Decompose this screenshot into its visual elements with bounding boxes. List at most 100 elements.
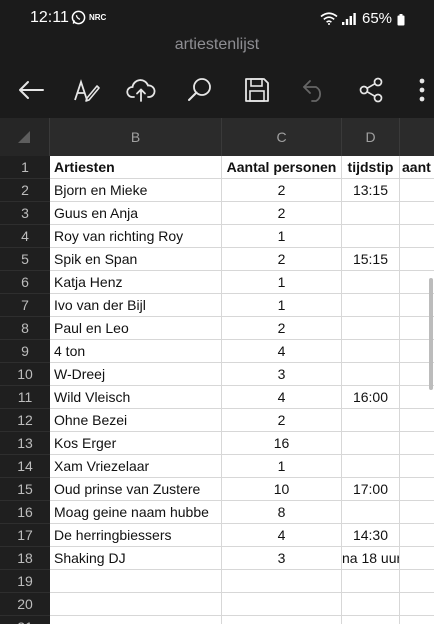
row-header[interactable]: 5 <box>0 248 50 271</box>
more-icon[interactable] <box>412 72 432 108</box>
persons-cell[interactable]: 4 <box>222 524 342 547</box>
extra-cell[interactable] <box>400 455 434 478</box>
extra-cell[interactable] <box>400 409 434 432</box>
row-header[interactable]: 14 <box>0 455 50 478</box>
persons-cell[interactable] <box>222 616 342 624</box>
time-cell[interactable] <box>342 271 400 294</box>
row-header[interactable]: 12 <box>0 409 50 432</box>
artist-cell[interactable] <box>50 593 222 616</box>
column-header-e[interactable] <box>400 118 434 156</box>
vertical-scrollbar[interactable] <box>429 278 433 390</box>
persons-cell[interactable]: 1 <box>222 294 342 317</box>
extra-cell[interactable] <box>400 179 434 202</box>
pen-icon[interactable] <box>68 72 104 108</box>
persons-cell[interactable]: 1 <box>222 225 342 248</box>
persons-cell[interactable] <box>222 570 342 593</box>
time-cell[interactable]: 14:30 <box>342 524 400 547</box>
share-icon[interactable] <box>353 72 389 108</box>
select-all-corner[interactable] <box>0 118 50 156</box>
save-icon[interactable] <box>239 72 275 108</box>
artist-cell[interactable]: Oud prinse van Zustere <box>50 478 222 501</box>
extra-cell[interactable] <box>400 432 434 455</box>
artist-cell[interactable]: Roy van richting Roy <box>50 225 222 248</box>
extra-cell[interactable] <box>400 547 434 570</box>
time-cell[interactable] <box>342 317 400 340</box>
row-header[interactable]: 16 <box>0 501 50 524</box>
extra-cell[interactable] <box>400 248 434 271</box>
extra-cell[interactable] <box>400 225 434 248</box>
time-cell[interactable] <box>342 363 400 386</box>
artist-cell[interactable]: Xam Vriezelaar <box>50 455 222 478</box>
persons-cell[interactable]: 2 <box>222 179 342 202</box>
row-header[interactable]: 15 <box>0 478 50 501</box>
time-cell[interactable] <box>342 501 400 524</box>
extra-cell[interactable] <box>400 501 434 524</box>
cloud-upload-icon[interactable] <box>123 72 159 108</box>
artist-cell[interactable]: Guus en Anja <box>50 202 222 225</box>
persons-cell[interactable]: 2 <box>222 202 342 225</box>
artist-cell[interactable]: Paul en Leo <box>50 317 222 340</box>
artist-cell[interactable]: Moag geine naam hubbe <box>50 501 222 524</box>
row-header[interactable]: 20 <box>0 593 50 616</box>
extra-cell[interactable] <box>400 524 434 547</box>
extra-cell[interactable] <box>400 202 434 225</box>
persons-cell[interactable]: 8 <box>222 501 342 524</box>
persons-cell[interactable]: 16 <box>222 432 342 455</box>
time-cell[interactable] <box>342 294 400 317</box>
row-header[interactable]: 7 <box>0 294 50 317</box>
artist-cell[interactable]: Wild Vleisch <box>50 386 222 409</box>
time-cell[interactable] <box>342 202 400 225</box>
time-cell[interactable] <box>342 432 400 455</box>
persons-cell[interactable]: 4 <box>222 386 342 409</box>
header-persons-cell[interactable]: Aantal personen <box>222 156 342 179</box>
time-cell[interactable] <box>342 225 400 248</box>
time-cell[interactable] <box>342 409 400 432</box>
column-header-b[interactable]: B <box>50 118 222 156</box>
artist-cell[interactable]: Bjorn en Mieke <box>50 179 222 202</box>
row-header[interactable]: 9 <box>0 340 50 363</box>
extra-cell[interactable] <box>400 616 434 624</box>
time-cell[interactable] <box>342 616 400 624</box>
artist-cell[interactable] <box>50 570 222 593</box>
row-header[interactable]: 6 <box>0 271 50 294</box>
row-header[interactable]: 8 <box>0 317 50 340</box>
row-header[interactable]: 2 <box>0 179 50 202</box>
artist-cell[interactable]: Spik en Span <box>50 248 222 271</box>
extra-cell[interactable] <box>400 570 434 593</box>
column-header-d[interactable]: D <box>342 118 400 156</box>
time-cell[interactable] <box>342 570 400 593</box>
row-header[interactable]: 1 <box>0 156 50 179</box>
artist-cell[interactable] <box>50 616 222 624</box>
artist-cell[interactable]: Katja Henz <box>50 271 222 294</box>
persons-cell[interactable] <box>222 593 342 616</box>
header-time-cell[interactable]: tijdstip <box>342 156 400 179</box>
artist-cell[interactable]: W-Dreej <box>50 363 222 386</box>
persons-cell[interactable]: 1 <box>222 271 342 294</box>
row-header[interactable]: 13 <box>0 432 50 455</box>
time-cell[interactable] <box>342 593 400 616</box>
time-cell[interactable]: 13:15 <box>342 179 400 202</box>
row-header[interactable]: 19 <box>0 570 50 593</box>
persons-cell[interactable]: 2 <box>222 409 342 432</box>
column-header-c[interactable]: C <box>222 118 342 156</box>
time-cell[interactable]: 16:00 <box>342 386 400 409</box>
artist-cell[interactable]: Kos Erger <box>50 432 222 455</box>
persons-cell[interactable]: 3 <box>222 547 342 570</box>
row-header[interactable]: 3 <box>0 202 50 225</box>
row-header[interactable]: 18 <box>0 547 50 570</box>
persons-cell[interactable]: 2 <box>222 317 342 340</box>
back-arrow-icon[interactable] <box>13 72 49 108</box>
row-header[interactable]: 4 <box>0 225 50 248</box>
time-cell[interactable]: 17:00 <box>342 478 400 501</box>
artist-cell[interactable]: 4 ton <box>50 340 222 363</box>
undo-icon[interactable] <box>296 72 332 108</box>
extra-cell[interactable] <box>400 593 434 616</box>
header-extra-cell[interactable]: aant <box>400 156 434 179</box>
extra-cell[interactable] <box>400 478 434 501</box>
time-cell[interactable]: na 18 uur <box>342 547 400 570</box>
row-header[interactable]: 21 <box>0 616 50 624</box>
row-header[interactable]: 11 <box>0 386 50 409</box>
time-cell[interactable]: 15:15 <box>342 248 400 271</box>
artist-cell[interactable]: De herringbiessers <box>50 524 222 547</box>
persons-cell[interactable]: 3 <box>222 363 342 386</box>
